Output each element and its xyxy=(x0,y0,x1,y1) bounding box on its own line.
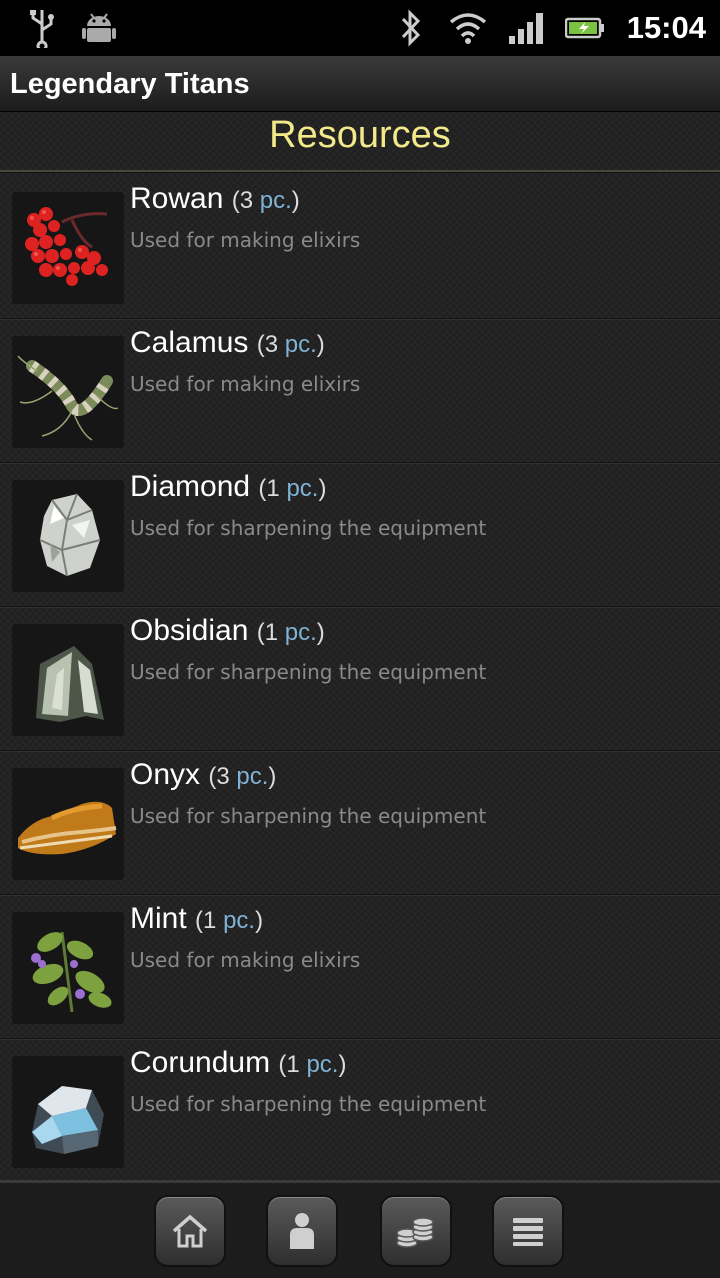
resource-description: Used for sharpening the equipment xyxy=(130,804,487,828)
status-bar: 15:04 xyxy=(0,0,720,56)
resource-row-corundum[interactable]: Corundum (1 pc.) Used for sharpening the… xyxy=(0,1040,720,1184)
resource-description: Used for sharpening the equipment xyxy=(130,1092,487,1116)
resource-quantity: (3 pc.) xyxy=(231,187,300,214)
header-divider xyxy=(0,170,720,173)
section-title: Resources xyxy=(269,114,451,156)
menu-button[interactable] xyxy=(492,1195,564,1267)
resource-row-onyx[interactable]: Onyx (3 pc.) Used for sharpening the equ… xyxy=(0,752,720,896)
mint-icon xyxy=(12,912,124,1024)
resource-name: Corundum xyxy=(130,1046,271,1079)
resource-name: Onyx xyxy=(130,758,201,791)
obsidian-icon xyxy=(12,624,124,736)
calamus-icon xyxy=(12,336,124,448)
wifi-icon xyxy=(448,0,488,56)
resource-name: Diamond xyxy=(130,470,251,503)
resource-description: Used for sharpening the equipment xyxy=(130,660,487,684)
bottom-nav xyxy=(0,1180,720,1278)
home-icon xyxy=(172,1214,208,1248)
resource-name: Rowan xyxy=(130,182,224,215)
resource-quantity: (3 pc.) xyxy=(208,763,277,790)
resource-name: Obsidian xyxy=(130,614,249,647)
resource-quantity: (1 pc.) xyxy=(278,1051,347,1078)
clock: 15:04 xyxy=(626,10,706,45)
resource-description: Used for making elixirs xyxy=(130,228,361,252)
resources-screen: Resources Rowan (3 pc.) Used for making … xyxy=(0,112,720,1180)
resource-description: Used for sharpening the equipment xyxy=(130,516,487,540)
resource-row-calamus[interactable]: Calamus (3 pc.) Used for making elixirs xyxy=(0,320,720,464)
character-button[interactable] xyxy=(266,1195,338,1267)
resource-quantity: (1 pc.) xyxy=(256,619,325,646)
resource-quantity: (1 pc.) xyxy=(258,475,327,502)
resource-row-mint[interactable]: Mint (1 pc.) Used for making elixirs xyxy=(0,896,720,1040)
android-debug-icon xyxy=(78,0,120,56)
app-title-bar: Legendary Titans xyxy=(0,56,720,112)
app-title: Legendary Titans xyxy=(10,68,250,100)
resource-row-obsidian[interactable]: Obsidian (1 pc.) Used for sharpening the… xyxy=(0,608,720,752)
resource-description: Used for making elixirs xyxy=(130,372,361,396)
character-icon xyxy=(290,1213,314,1249)
resource-description: Used for making elixirs xyxy=(130,948,361,972)
bluetooth-icon xyxy=(396,0,426,56)
corundum-icon xyxy=(12,1056,124,1168)
onyx-icon xyxy=(12,768,124,880)
resource-name: Calamus xyxy=(130,326,249,359)
diamond-icon xyxy=(12,480,124,592)
signal-icon xyxy=(506,0,548,56)
coins-icon xyxy=(396,1217,434,1248)
resource-name: Mint xyxy=(130,902,187,935)
resource-quantity: (1 pc.) xyxy=(195,907,264,934)
home-button[interactable] xyxy=(154,1195,226,1267)
rowan-icon xyxy=(12,192,124,304)
resource-quantity: (3 pc.) xyxy=(256,331,325,358)
coins-button[interactable] xyxy=(380,1195,452,1267)
battery-charging-icon xyxy=(562,0,608,56)
resource-row-diamond[interactable]: Diamond (1 pc.) Used for sharpening the … xyxy=(0,464,720,608)
menu-icon xyxy=(513,1218,543,1246)
resource-row-rowan[interactable]: Rowan (3 pc.) Used for making elixirs xyxy=(0,176,720,320)
usb-icon xyxy=(22,0,62,56)
